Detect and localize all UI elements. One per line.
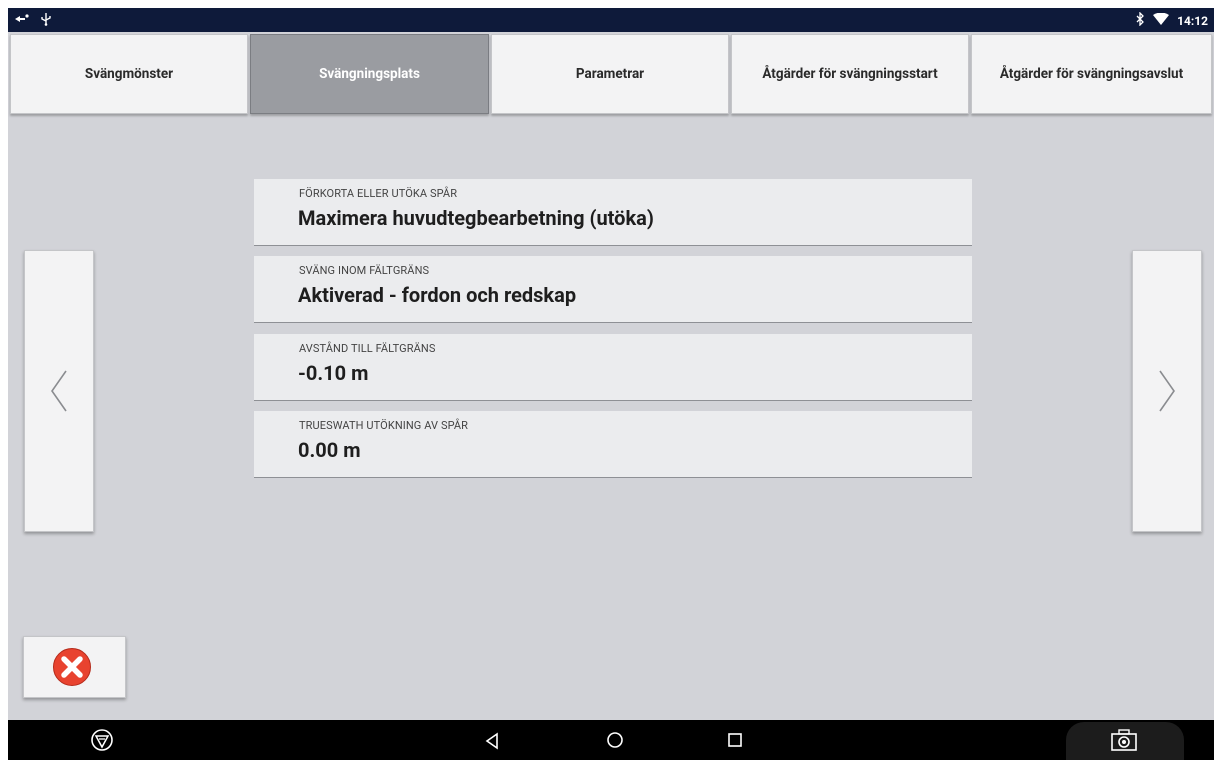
tab-label: Svängningsplats <box>319 66 420 82</box>
field-label: FÖRKORTA ELLER UTÖKA SPÅR <box>299 187 458 200</box>
field-value: 0.00 m <box>298 438 361 462</box>
close-red-icon <box>53 648 91 686</box>
tab-bar: Svängmönster Svängningsplats Parametrar … <box>10 34 1212 116</box>
status-time: 14:12 <box>1177 13 1208 28</box>
tab-svangmonster[interactable]: Svängmönster <box>10 34 248 114</box>
field-shorten-extend-track[interactable]: FÖRKORTA ELLER UTÖKA SPÅR Maximera huvud… <box>254 179 972 246</box>
field-label: SVÄNG INOM FÄLTGRÄNS <box>299 264 430 277</box>
tab-label: Parametrar <box>575 66 645 82</box>
status-bar: 14:12 <box>8 8 1214 32</box>
field-turn-within-boundary[interactable]: SVÄNG INOM FÄLTGRÄNS Aktiverad - fordon … <box>254 256 972 323</box>
field-label: AVSTÅND TILL FÄLTGRÄNS <box>299 342 436 355</box>
tab-label: Åtgärder för svängningsavslut <box>999 66 1184 82</box>
bluetooth-icon <box>1135 11 1145 29</box>
chevron-right-icon <box>1159 370 1175 412</box>
tab-atgarder-svangningsavslut[interactable]: Åtgärder för svängningsavslut <box>971 34 1212 114</box>
field-label: TRUESWATH UTÖKNING AV SPÅR <box>299 419 469 432</box>
logo-icon[interactable] <box>90 728 114 756</box>
system-navigation-bar <box>8 720 1214 760</box>
camera-icon <box>1111 729 1137 751</box>
app-screen: 14:12 Svängmönster Svängningsplats Param… <box>8 8 1214 760</box>
field-value: Aktiverad - fordon och redskap <box>298 283 577 307</box>
field-value: -0.10 m <box>298 361 369 385</box>
next-page-button[interactable] <box>1132 250 1202 532</box>
tab-label: Åtgärder för svängningsstart <box>762 66 938 82</box>
field-trueswath-extension[interactable]: TRUESWATH UTÖKNING AV SPÅR 0.00 m <box>254 411 972 478</box>
recents-icon[interactable] <box>727 732 743 752</box>
back-icon[interactable] <box>484 732 500 754</box>
tab-svangningsplats[interactable]: Svängningsplats <box>250 34 489 114</box>
tab-atgarder-svangningsstart[interactable]: Åtgärder för svängningsstart <box>731 34 969 114</box>
tab-label: Svängmönster <box>84 66 174 82</box>
home-icon[interactable] <box>606 731 624 753</box>
usb-icon <box>40 12 52 29</box>
tab-parametrar[interactable]: Parametrar <box>491 34 729 114</box>
camera-button[interactable] <box>1066 722 1184 760</box>
close-button[interactable] <box>23 636 126 698</box>
field-value: Maximera huvudtegbearbetning (utöka) <box>298 206 654 230</box>
previous-page-button[interactable] <box>24 250 94 532</box>
chevron-left-icon <box>51 370 67 412</box>
field-distance-to-boundary[interactable]: AVSTÅND TILL FÄLTGRÄNS -0.10 m <box>254 334 972 401</box>
wifi-icon <box>1153 12 1170 29</box>
navigation-icon <box>14 12 30 29</box>
